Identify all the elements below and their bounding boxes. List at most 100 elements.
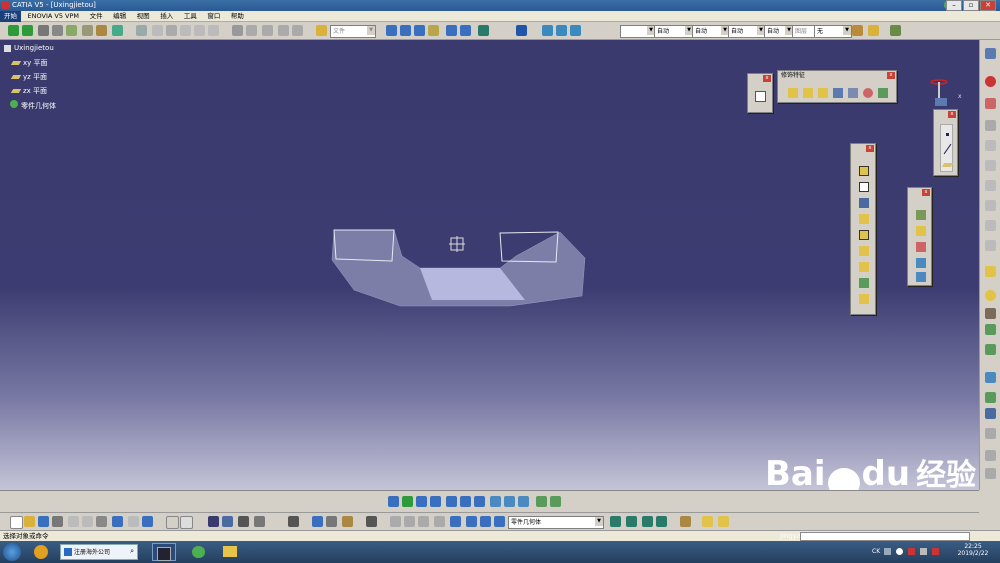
normal-view-icon[interactable] — [474, 496, 485, 507]
print-icon[interactable] — [52, 516, 63, 527]
paint-icon[interactable] — [852, 25, 863, 36]
workbench-icon[interactable] — [985, 48, 996, 59]
pan-icon[interactable] — [416, 496, 427, 507]
dimension-icon[interactable] — [278, 25, 289, 36]
tree-item-zx[interactable]: zx 平面 — [4, 86, 56, 100]
snap-icon[interactable] — [96, 25, 107, 36]
pad-icon[interactable] — [859, 166, 869, 176]
tolerance-icon[interactable] — [985, 344, 996, 355]
part-geometry[interactable] — [320, 220, 600, 310]
tray-alert-icon[interactable] — [908, 548, 915, 555]
catalog-browser-icon[interactable] — [542, 25, 553, 36]
scan-icon[interactable] — [288, 516, 299, 527]
open-icon[interactable] — [24, 516, 35, 527]
cut-icon[interactable] — [180, 25, 191, 36]
folder-icon[interactable] — [316, 25, 327, 36]
copy-icon[interactable] — [152, 25, 163, 36]
cut-icon[interactable] — [68, 516, 79, 527]
law-icon[interactable] — [238, 516, 249, 527]
fillet-icon[interactable] — [788, 88, 798, 98]
rotation-icon[interactable] — [916, 226, 926, 236]
spline-icon[interactable] — [400, 25, 411, 36]
body-icon[interactable] — [985, 392, 996, 403]
precision-icon[interactable] — [434, 516, 445, 527]
surface-icon[interactable] — [428, 25, 439, 36]
apply-material-icon[interactable] — [985, 290, 996, 301]
menu-start[interactable]: 开始 — [0, 11, 21, 22]
taskbar-explorer[interactable] — [218, 543, 242, 561]
sketch-icon[interactable] — [232, 25, 243, 36]
line-style-combo[interactable]: ▼ — [620, 25, 656, 38]
tree-icon[interactable] — [208, 516, 219, 527]
plane-icon[interactable] — [941, 163, 954, 167]
profile-icon[interactable] — [292, 25, 303, 36]
add-icon[interactable] — [985, 160, 996, 171]
rotate-icon[interactable] — [22, 25, 33, 36]
properties-icon[interactable] — [890, 25, 901, 36]
analysis-icon[interactable] — [66, 25, 77, 36]
material-library-icon[interactable] — [718, 516, 729, 527]
menu-help[interactable]: 帮助 — [227, 11, 248, 22]
draft-icon[interactable] — [818, 88, 828, 98]
zoom-area-icon[interactable] — [985, 428, 996, 439]
compass-icon[interactable] — [516, 25, 527, 36]
hide-show-icon[interactable] — [536, 496, 547, 507]
grid-icon[interactable] — [246, 25, 257, 36]
menu-tools[interactable]: 工具 — [180, 11, 201, 22]
thread-icon[interactable] — [863, 88, 873, 98]
view-normal-icon[interactable] — [446, 25, 457, 36]
shell-icon[interactable] — [833, 88, 843, 98]
fly-icon[interactable] — [985, 450, 996, 461]
whats-this-icon[interactable] — [142, 516, 153, 527]
shaft-icon[interactable] — [859, 198, 869, 208]
layer2-combo[interactable]: 自动 ▼ — [764, 25, 794, 38]
constraint-icon[interactable] — [390, 516, 401, 527]
grid-snap-icon[interactable] — [985, 408, 996, 419]
chamfer-icon[interactable] — [803, 88, 813, 98]
redo-icon[interactable] — [128, 516, 139, 527]
panel-close-button[interactable]: x — [866, 145, 874, 152]
render-icon[interactable] — [478, 25, 489, 36]
tree-item-xy[interactable]: xy 平面 — [4, 58, 56, 72]
boolean-icon[interactable] — [985, 140, 996, 151]
tree-item-body[interactable]: 零件几何体 — [4, 100, 56, 114]
measure-item-icon[interactable] — [985, 266, 996, 277]
paste-icon[interactable] — [96, 516, 107, 527]
stiffener-icon[interactable] — [859, 278, 869, 288]
swap-visible-icon[interactable] — [550, 496, 561, 507]
new-icon[interactable] — [10, 516, 23, 529]
sketcher-icon[interactable] — [755, 91, 766, 102]
line-icon[interactable] — [943, 143, 952, 155]
tree-root[interactable]: Uxingjietou — [4, 44, 56, 58]
sketch-icon[interactable] — [656, 516, 667, 527]
undo-icon[interactable] — [112, 516, 123, 527]
knowledge-icon[interactable] — [112, 25, 123, 36]
save-icon[interactable] — [38, 516, 49, 527]
annotation-icon[interactable] — [985, 324, 996, 335]
apply-material-icon[interactable] — [702, 516, 713, 527]
hole-icon[interactable] — [859, 230, 869, 240]
multi-view-icon[interactable] — [490, 496, 501, 507]
knowledge-icon[interactable] — [222, 516, 233, 527]
slot-icon[interactable] — [859, 262, 869, 272]
bom-icon[interactable] — [450, 516, 461, 527]
move-icon[interactable] — [8, 25, 19, 36]
anchor-icon[interactable] — [480, 516, 491, 527]
measure-between-icon[interactable] — [556, 25, 567, 36]
pocket-icon[interactable] — [859, 182, 869, 192]
mirror-icon[interactable] — [916, 258, 926, 268]
thickness-icon[interactable] — [848, 88, 858, 98]
fix-icon[interactable] — [466, 516, 477, 527]
format-icon[interactable] — [868, 25, 879, 36]
rib-icon[interactable] — [859, 246, 869, 256]
taskbar-clock[interactable]: 22:25 2019/2/22 — [950, 543, 996, 557]
tray-help-icon[interactable] — [896, 548, 903, 555]
close-button[interactable]: ✕ — [980, 0, 996, 11]
minimize-button[interactable]: – — [946, 0, 962, 11]
document-combo[interactable]: 文件 ▼ — [330, 25, 376, 38]
menu-view[interactable]: 视图 — [133, 11, 154, 22]
constraint-icon[interactable] — [262, 25, 273, 36]
start-icon[interactable] — [3, 543, 21, 561]
panel-close-button[interactable]: x — [887, 72, 895, 79]
tree-item-yz[interactable]: yz 平面 — [4, 72, 56, 86]
